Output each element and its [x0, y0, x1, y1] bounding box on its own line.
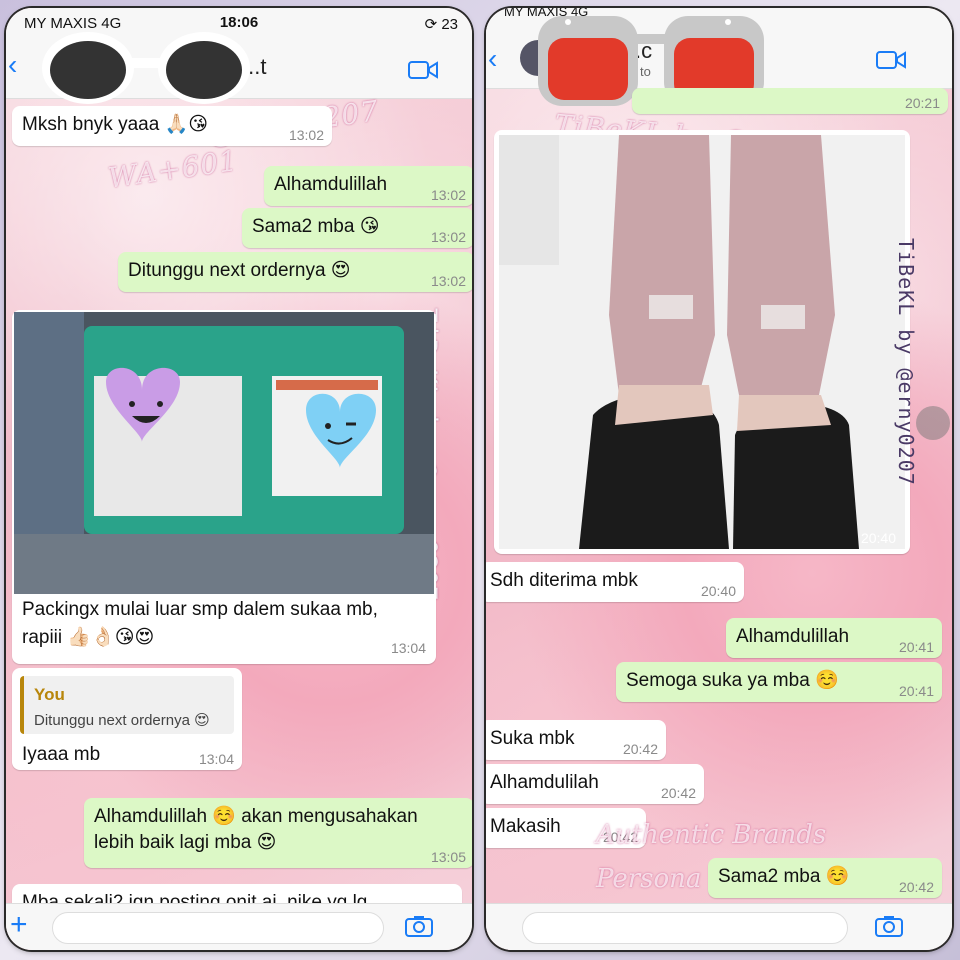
image-message-bubble[interactable]: Packingx mulai luar smp dalem sukaa mb, …: [12, 310, 436, 664]
message-time: 20:41: [898, 639, 934, 655]
message-bubble-outgoing[interactable]: Alhamdulillah 13:02: [264, 166, 472, 206]
reply-message-bubble[interactable]: You Ditunggu next ordernya 😍 Iyaaa mb 13…: [12, 668, 242, 770]
package-photo[interactable]: [14, 312, 434, 594]
photo-time: 20:40: [860, 530, 896, 546]
quoted-message[interactable]: You Ditunggu next ordernya 😍: [20, 676, 234, 734]
forward-arrow-icon[interactable]: [916, 406, 950, 440]
message-time: 20:42: [660, 785, 696, 801]
back-chevron-icon[interactable]: ‹: [488, 45, 506, 73]
message-bubble-incoming[interactable]: Sdh diterima mbk 20:40: [486, 562, 744, 602]
diagonal-watermark: WA+601: [106, 143, 240, 195]
message-time: 20:21: [904, 95, 940, 111]
message-bubble-incoming[interactable]: Alhamdulilah 20:42: [486, 764, 704, 804]
brand-watermark: Authentic Brands: [596, 820, 827, 850]
message-text: Suka mbk: [490, 728, 575, 749]
quoted-text: Ditunggu next ordernya 😍: [34, 712, 210, 729]
back-chevron-icon[interactable]: ‹: [8, 51, 26, 79]
quoted-author: You: [34, 685, 65, 704]
chat-header: ‹ c.c to: [486, 16, 952, 106]
sunglasses-sticker: [42, 32, 250, 104]
message-bubble-outgoing[interactable]: Alhamdulillah ☺️ akan mengusahakan lebih…: [84, 798, 472, 868]
message-time: 13:04: [198, 751, 234, 767]
message-input[interactable]: [52, 912, 384, 944]
brand-watermark: Persona: [596, 864, 702, 894]
message-text: Sama2 mba ☺️: [718, 866, 850, 887]
message-time: 13:02: [430, 229, 466, 245]
message-text: Alhamdulillah: [274, 174, 388, 195]
battery-value: 23: [441, 16, 458, 33]
message-text: Mksh bnyk yaaa 🙏🏻😘: [22, 114, 209, 135]
clock: 18:06: [219, 14, 259, 31]
message-time: 20:40: [700, 583, 736, 599]
chat-header: ‹ ...t: [6, 32, 472, 104]
message-bubble-outgoing[interactable]: Sama2 mba ☺️ 20:42: [708, 858, 942, 898]
message-list[interactable]: 20:21 TiBeKL by @erny0207 20:40 TiBeKL b…: [486, 88, 952, 904]
composer-bar: [486, 903, 952, 950]
video-call-icon[interactable]: [876, 50, 906, 70]
composer-bar: +: [6, 903, 472, 950]
image-message-bubble[interactable]: 20:40: [494, 130, 910, 554]
message-text: Makasih: [490, 816, 561, 837]
battery-level: ⟳ 23: [424, 16, 458, 33]
message-time: 13:04: [390, 640, 426, 656]
right-phone-screenshot: MY MAXIS 4G ‹ c.c to 20:21 TiBeKL by @er…: [486, 8, 952, 950]
message-bubble-outgoing[interactable]: Sama2 mba 😘 13:02: [242, 208, 472, 248]
message-time: 20:42: [898, 879, 934, 895]
message-text-line: Alhamdulillah ☺️ akan mengusahakan: [94, 806, 418, 827]
message-bubble-outgoing[interactable]: Semoga suka ya mba ☺️ 20:41: [616, 662, 942, 702]
message-time: 13:05: [430, 849, 466, 865]
message-text: Packingx mulai luar smp dalem sukaa mb, …: [22, 599, 378, 648]
message-time: 13:02: [288, 127, 324, 143]
message-time: 13:02: [430, 187, 466, 203]
message-bubble-outgoing[interactable]: 20:21: [632, 88, 948, 114]
camera-icon[interactable]: [874, 914, 904, 938]
message-text: Sama2 mba 😘: [252, 216, 380, 237]
message-bubble-incoming[interactable]: Suka mbk 20:42: [486, 720, 666, 760]
message-time: 13:02: [430, 273, 466, 289]
message-input[interactable]: [522, 912, 848, 944]
message-text: Alhamdulilah: [490, 772, 599, 793]
message-bubble-outgoing[interactable]: Alhamdulillah 20:41: [726, 618, 942, 658]
message-text-line: lebih baik lagi mba 😍: [94, 832, 277, 853]
message-bubble-outgoing[interactable]: Ditunggu next ordernya 😍 13:02: [118, 252, 472, 292]
message-text: Semoga suka ya mba ☺️: [626, 670, 839, 691]
message-text: Iyaaa mb: [22, 744, 101, 765]
message-text: Ditunggu next ordernya 😍: [128, 260, 351, 281]
message-text: Sdh diterima mbk: [490, 570, 638, 591]
message-time: 20:41: [898, 683, 934, 699]
message-bubble-incoming[interactable]: Mksh bnyk yaaa 🙏🏻😘 13:02: [12, 106, 332, 146]
message-text: Alhamdulillah: [736, 626, 850, 647]
message-list[interactable]: TiBeKL by @erny0207 @erny0207 WA+601 Mks…: [6, 94, 472, 924]
shoes-photo[interactable]: [499, 135, 905, 549]
vertical-watermark: TiBeKL by @erny0207: [894, 238, 918, 486]
message-time: 20:42: [622, 741, 658, 757]
plus-icon[interactable]: +: [10, 910, 28, 940]
left-phone-screenshot: MY MAXIS 4G 18:06 ⟳ 23 ‹ ...t TiBeKL by …: [6, 8, 472, 950]
video-call-icon[interactable]: [408, 60, 438, 80]
camera-icon[interactable]: [404, 914, 434, 938]
